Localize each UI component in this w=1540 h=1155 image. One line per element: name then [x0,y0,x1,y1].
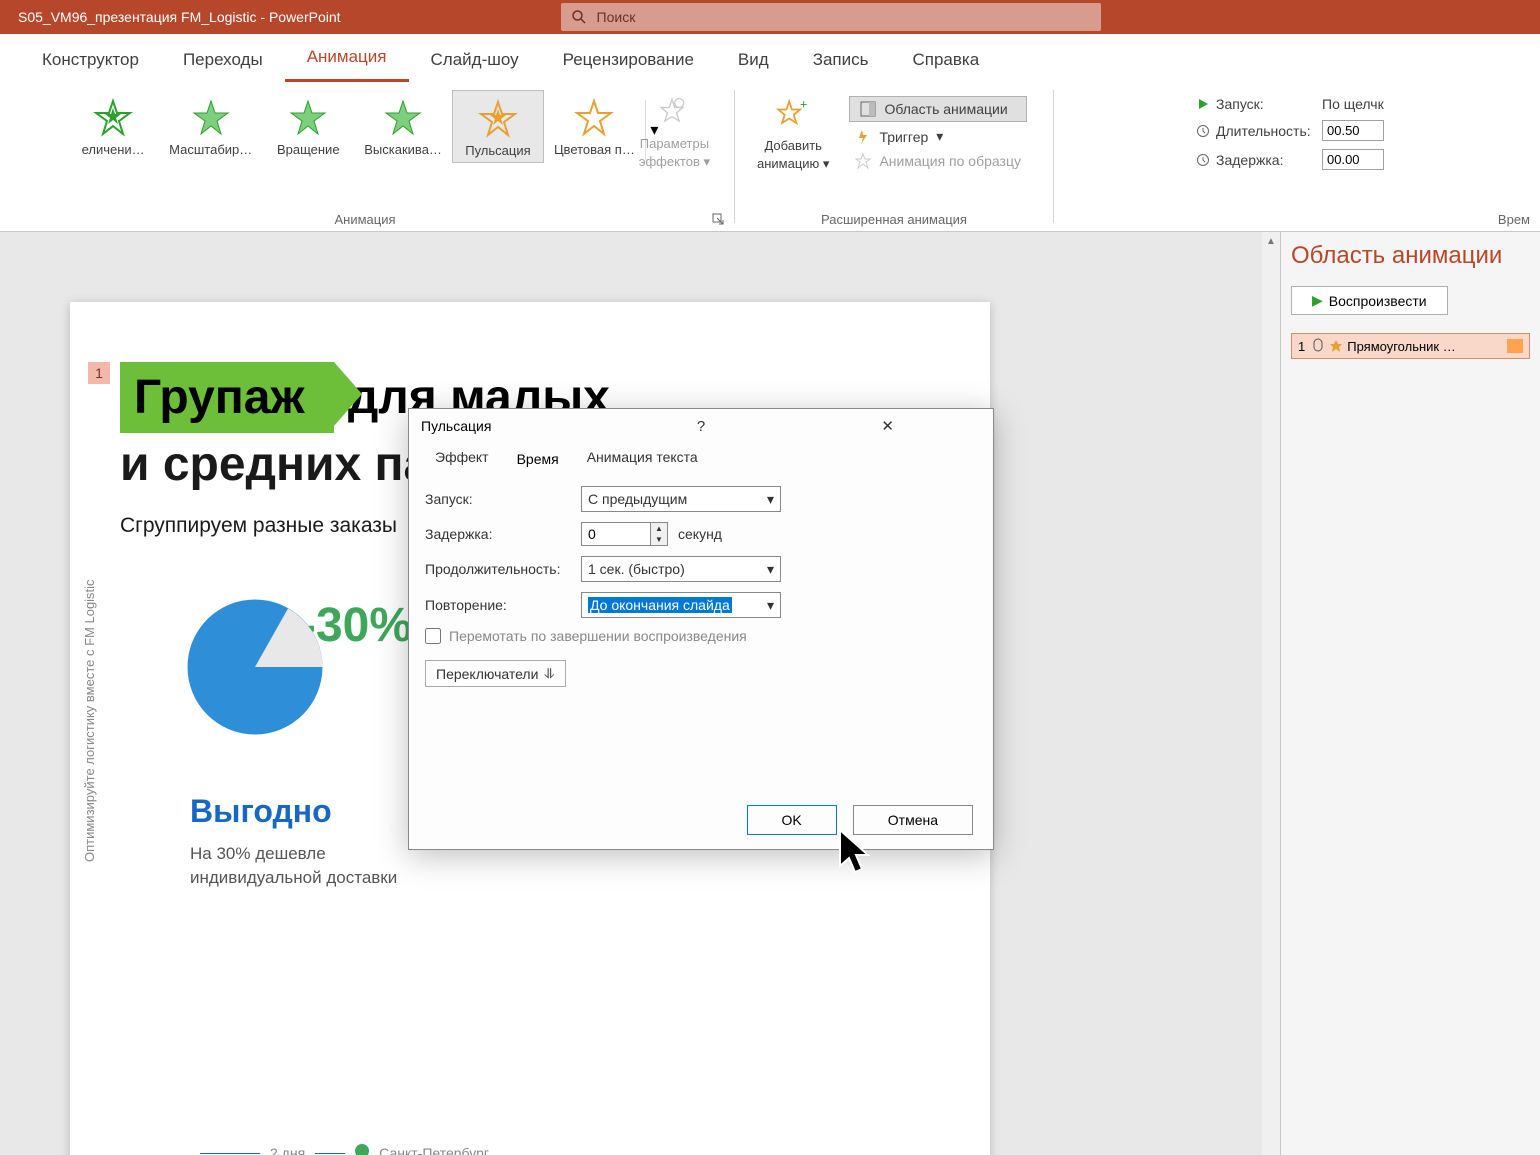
dialog-tabs: Эффект Время Анимация текста [409,443,993,472]
add-animation-button[interactable]: + Добавить анимацию ▾ [745,90,841,177]
play-button[interactable]: ▶ Воспроизвести [1291,286,1448,315]
days-text: 2 дня [270,1145,305,1155]
timing-group: Запуск: По щелчк Длительность: Задержка:… [1058,82,1540,231]
title-bar: S05_VM96_презентация FM_Logistic - Power… [0,0,1540,34]
close-icon[interactable]: ✕ [794,417,981,435]
clock-icon [1196,153,1210,167]
tab-view[interactable]: Вид [716,40,791,82]
group-label-timing: Врем [1498,212,1530,227]
pane-title: Область анимации [1291,242,1530,270]
search-icon [571,9,587,25]
trigger-icon [855,129,871,145]
dialog-tab-time[interactable]: Время [503,444,573,473]
delay-row: Задержка: [1196,149,1402,170]
vertical-scrollbar[interactable]: ▲ [1262,232,1280,1155]
help-icon[interactable]: ? [608,418,795,435]
duration-label: Продолжительность: [425,561,571,577]
effect-bounce[interactable]: Выскакива… [354,90,452,163]
star-icon [381,96,425,140]
repeat-label: Повторение: [425,597,571,613]
document-title: S05_VM96_презентация FM_Logistic - Power… [18,9,341,25]
animation-painter-button: Анимация по образцу [849,151,1027,171]
animation-gallery-group: еличени… Масштабир… Вращение Выскакива… … [0,82,730,231]
tab-slideshow[interactable]: Слайд-шоу [409,40,541,82]
dialog-body: Запуск: С предыдущим▾ Задержка: ▲▼ секун… [409,472,993,791]
tab-help[interactable]: Справка [890,40,1001,82]
effect-params-button: Параметры эффектов ▾ [627,88,722,175]
star-icon [855,153,871,169]
dialog-tab-effect[interactable]: Эффект [421,443,503,472]
spin-down-icon[interactable]: ▼ [651,534,667,545]
clock-icon [1196,124,1210,138]
animation-pane-button[interactable]: Область анимации [849,96,1027,122]
group-label-animation: Анимация [334,212,395,227]
cancel-button[interactable]: Отмена [853,805,973,835]
star-plus-icon: + [773,96,813,136]
animation-entry[interactable]: 1 Прямоугольник … [1291,333,1530,359]
tab-transitions[interactable]: Переходы [161,40,285,82]
delay-unit: секунд [678,526,722,542]
animation-pane: Область анимации ▶ Воспроизвести 1 Прямо… [1280,232,1540,1155]
star-gear-icon [654,94,694,134]
effect-pulse[interactable]: Пульсация [452,90,544,163]
star-icon [476,97,520,141]
animation-tag[interactable]: 1 [88,362,110,384]
rewind-checkbox[interactable] [425,628,441,644]
play-icon [1196,97,1210,111]
spin-up-icon[interactable]: ▲ [651,523,667,534]
start-select[interactable]: С предыдущим▾ [581,486,781,512]
delay-label: Задержка: [425,526,571,542]
dialog-tab-text[interactable]: Анимация текста [573,443,712,472]
delay-input[interactable] [581,522,651,546]
ribbon-tabs: Конструктор Переходы Анимация Слайд-шоу … [0,34,1540,82]
star-icon [286,96,330,140]
duration-row: Длительность: [1196,120,1402,141]
duration-input[interactable] [1322,120,1384,141]
tab-animation[interactable]: Анимация [285,37,409,82]
star-icon [572,96,616,140]
mouse-icon [1311,338,1325,354]
toggles-button[interactable]: Переключатели ⥥ [425,660,566,687]
tab-record[interactable]: Запись [791,40,891,82]
pane-icon [860,101,876,117]
heading-highlight: Групаж [134,371,304,424]
star-icon [189,96,233,140]
group-label-advanced: Расширенная анимация [821,212,967,227]
ok-button[interactable]: OK [747,805,837,835]
ribbon: еличени… Масштабир… Вращение Выскакива… … [0,82,1540,232]
start-label: Запуск: [425,491,571,507]
search-placeholder: Поиск [597,9,636,25]
trigger-button[interactable]: Триггер ▾ [849,126,1027,147]
start-select[interactable]: По щелчк [1322,96,1402,112]
effect-rotate[interactable]: Вращение [262,90,354,163]
star-icon [91,96,135,140]
pulse-dialog: Пульсация ? ✕ Эффект Время Анимация текс… [408,408,994,850]
dialog-title: Пульсация [421,418,608,434]
scroll-up-icon[interactable]: ▲ [1262,232,1280,250]
star-icon [1329,339,1343,353]
start-row: Запуск: По щелчк [1196,96,1402,112]
chevron-down-icon: ⥥ [544,665,554,682]
tab-review[interactable]: Рецензирование [541,40,716,82]
advanced-animation-group: + Добавить анимацию ▾ Область анимации Т… [739,82,1049,231]
delay-input[interactable] [1322,149,1384,170]
duration-select[interactable]: 1 сек. (быстро)▾ [581,556,781,582]
repeat-select[interactable]: До окончания слайда▾ [581,592,781,618]
pin-icon [355,1144,369,1155]
dialog-footer: OK Отмена [409,791,993,849]
svg-text:+: + [800,98,807,112]
timeline-bar [1507,339,1523,353]
delay-spinner[interactable]: ▲▼ [581,522,668,546]
pie-chart-icon [180,592,330,742]
effect-scale[interactable]: Масштабир… [159,90,262,163]
rewind-label: Перемотать по завершении воспроизведения [449,628,747,644]
dialog-launcher-icon[interactable] [712,213,726,227]
side-text: Оптимизируйте логистику вместе с FM Logi… [82,462,97,862]
effect-enlarge[interactable]: еличени… [67,90,159,163]
tab-designer[interactable]: Конструктор [20,40,161,82]
city-text: Санкт-Петербург [379,1145,489,1155]
dialog-titlebar: Пульсация ? ✕ [409,409,993,443]
search-box[interactable]: Поиск [561,3,1101,31]
